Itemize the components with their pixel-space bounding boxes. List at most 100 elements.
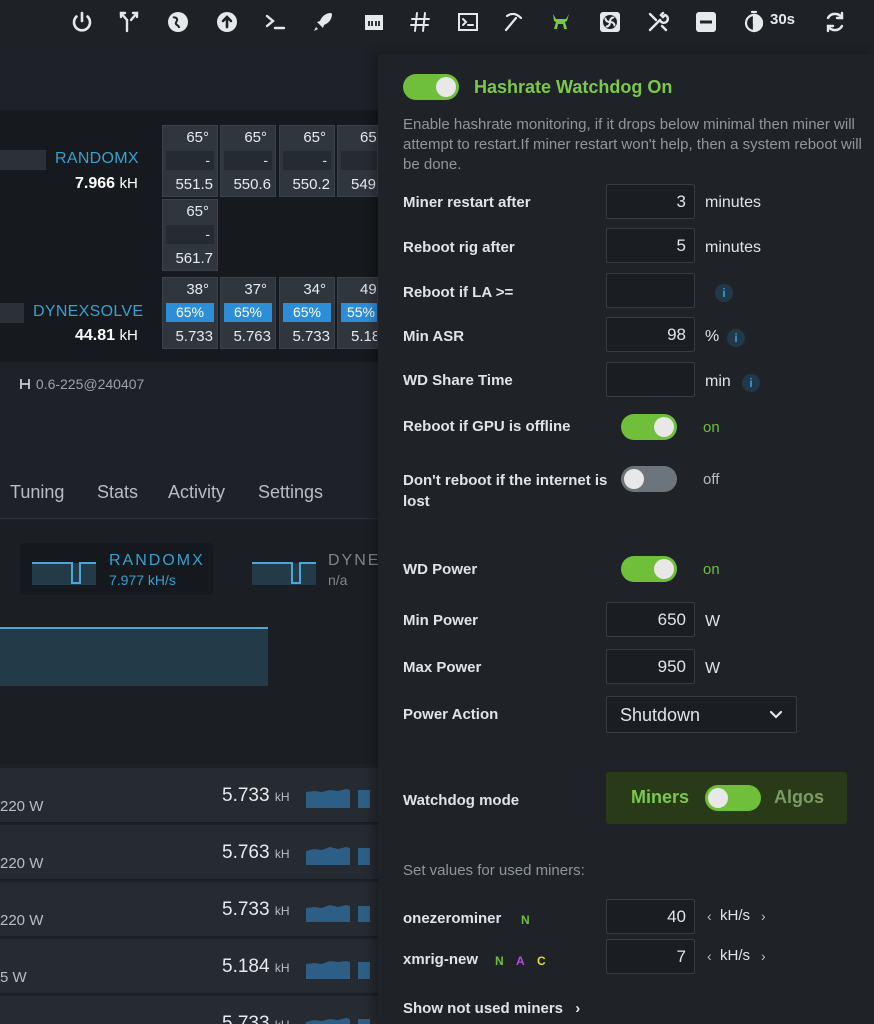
tabs-divider xyxy=(0,518,378,519)
gpu-row[interactable]: 220 W 5.733 kH xyxy=(0,882,378,937)
reboot-la-label: Reboot if LA >= xyxy=(403,284,514,301)
unit-prev-arrow[interactable]: ‹ xyxy=(707,948,712,964)
refresh-timer: 30s xyxy=(770,11,796,28)
tab-activity[interactable]: Activity xyxy=(168,482,225,503)
unit-next-arrow[interactable]: › xyxy=(761,908,766,924)
unit-prev-arrow[interactable]: ‹ xyxy=(707,908,712,924)
fan-icon[interactable] xyxy=(594,6,626,38)
gpu-fan: 55% xyxy=(341,303,377,322)
gpu-fan: 65% xyxy=(166,303,214,322)
gpu-row[interactable]: 220 W 5.763 kH xyxy=(0,825,378,880)
reboot-rig-label: Reboot rig after xyxy=(403,239,515,256)
gpu-temp: 65 xyxy=(360,129,377,146)
sparkline xyxy=(306,789,370,808)
gpu-card[interactable]: 38° 65% 5.733 xyxy=(162,277,218,349)
wd-share-time-input[interactable] xyxy=(606,362,695,397)
reboot-la-input[interactable] xyxy=(606,273,695,308)
watchdog-mode-switch: Miners Algos xyxy=(606,772,847,824)
algo-name-dynexsolve[interactable]: DYNEXSOLVE xyxy=(33,303,143,321)
minus-icon[interactable] xyxy=(690,6,722,38)
gpu-row[interactable]: 220 W 5.733 kH xyxy=(0,768,378,823)
mini-chart xyxy=(32,562,96,585)
gpu-row[interactable]: 5 W 5.184 kH xyxy=(0,939,378,994)
gpu-card[interactable]: 34° 65% 5.733 xyxy=(279,277,335,349)
gpu-power: 220 W xyxy=(0,855,44,872)
gpu-fan: - xyxy=(166,225,214,244)
mini-card-rate: n/a xyxy=(328,572,348,588)
mode-algos-label[interactable]: Algos xyxy=(774,787,824,808)
algo-mini-card-dynex[interactable]: DYNE n/a xyxy=(240,543,378,595)
mode-miners-label[interactable]: Miners xyxy=(631,787,689,808)
gpu-card[interactable]: 65° - 561.7 xyxy=(162,199,218,271)
terminal-icon[interactable] xyxy=(259,6,291,38)
miner-badge: N xyxy=(495,954,504,968)
gpu-temp: 65° xyxy=(303,129,326,146)
tab-stats[interactable]: Stats xyxy=(97,482,138,503)
set-values-label: Set values for used miners: xyxy=(403,862,585,879)
reboot-rig-input[interactable]: 5 xyxy=(606,228,695,263)
panel-title: Hashrate Watchdog On xyxy=(474,77,673,97)
gpu-hashrate: 5.733 xyxy=(175,328,213,345)
sparkline xyxy=(306,1018,370,1024)
miner-hashrate-input[interactable]: 7 xyxy=(606,939,695,974)
algo-name-randomx[interactable]: RANDOMX xyxy=(55,150,139,168)
gpu-card[interactable]: 49 55% 5.18 xyxy=(337,277,378,349)
min-power-unit: W xyxy=(705,613,721,630)
gpu-card[interactable]: 65° - 550.2 xyxy=(279,125,335,197)
miner-restart-input[interactable]: 3 xyxy=(606,184,695,219)
miner-unit: kH/s xyxy=(720,947,750,964)
ethernet-icon[interactable] xyxy=(358,6,390,38)
algo-rate-dynexsolve: 44.81 kH xyxy=(75,327,138,344)
show-not-used-miners-link[interactable]: Show not used miners › xyxy=(403,1000,580,1017)
wd-power-toggle[interactable] xyxy=(621,556,677,582)
hash-icon[interactable] xyxy=(404,6,436,38)
toggle-knob xyxy=(654,417,674,437)
reboot-gpu-offline-state: on xyxy=(703,419,720,436)
reboot-gpu-offline-toggle[interactable] xyxy=(621,414,677,440)
mini-chart xyxy=(252,562,316,585)
watchdog-mode-label: Watchdog mode xyxy=(403,792,520,809)
algo-mini-card-randomx[interactable]: RANDOMX 7.977 kH/s xyxy=(20,543,213,595)
hashrate-watchdog-panel: Hashrate Watchdog On Enable hashrate mon… xyxy=(378,54,874,1024)
globe-icon[interactable] xyxy=(162,6,194,38)
gpu-temp: 37° xyxy=(244,281,267,298)
upload-icon[interactable] xyxy=(211,6,243,38)
dont-reboot-internet-toggle[interactable] xyxy=(621,466,677,492)
gpu-card[interactable]: 65° - 550.6 xyxy=(220,125,276,197)
max-power-input[interactable]: 950 xyxy=(606,649,695,684)
watchdog-enable-toggle[interactable] xyxy=(403,74,459,100)
miner-restart-label: Miner restart after xyxy=(403,194,531,211)
console-icon[interactable] xyxy=(452,6,484,38)
tab-tuning[interactable]: Tuning xyxy=(10,482,64,503)
info-icon[interactable]: i xyxy=(727,329,745,347)
gpu-hashrate: 551.5 xyxy=(175,176,213,193)
refresh-icon[interactable] xyxy=(819,6,851,38)
rig-summary: RANDOMX 7.966 kH DYNEXSOLVE 44.81 kH 65°… xyxy=(0,110,378,362)
gpu-card[interactable]: 65° - 551.5 xyxy=(162,125,218,197)
power-icon[interactable] xyxy=(66,6,98,38)
unit-next-arrow[interactable]: › xyxy=(761,948,766,964)
stopwatch-icon[interactable] xyxy=(738,6,770,38)
min-asr-input[interactable]: 98 xyxy=(606,317,695,352)
tools-icon[interactable] xyxy=(642,6,674,38)
gpu-fan: - xyxy=(166,151,214,170)
gpu-hashrate: 5.763 xyxy=(233,328,271,345)
info-icon[interactable]: i xyxy=(742,374,760,392)
max-power-unit: W xyxy=(705,660,721,677)
gpu-hashrate: 5.763 kH xyxy=(222,842,290,863)
watchdog-mode-toggle[interactable] xyxy=(705,785,761,811)
rocket-icon[interactable] xyxy=(307,6,339,38)
miner-hashrate-input[interactable]: 40 xyxy=(606,899,695,934)
pickaxe-icon[interactable] xyxy=(498,6,530,38)
gpu-row[interactable]: 5.733 kH xyxy=(0,996,378,1024)
min-power-input[interactable]: 650 xyxy=(606,602,695,637)
info-icon[interactable]: i xyxy=(715,284,733,302)
power-action-select[interactable]: Shutdown xyxy=(606,696,797,733)
gpu-card[interactable]: 37° 65% 5.763 xyxy=(220,277,276,349)
reboot-gpu-offline-label: Reboot if GPU is offline xyxy=(403,418,571,435)
tab-settings[interactable]: Settings xyxy=(258,482,323,503)
network-split-icon[interactable] xyxy=(113,6,145,38)
sparkline xyxy=(306,905,370,922)
watchdog-icon[interactable] xyxy=(545,6,577,38)
gpu-card[interactable]: 65 - 549 xyxy=(337,125,378,197)
